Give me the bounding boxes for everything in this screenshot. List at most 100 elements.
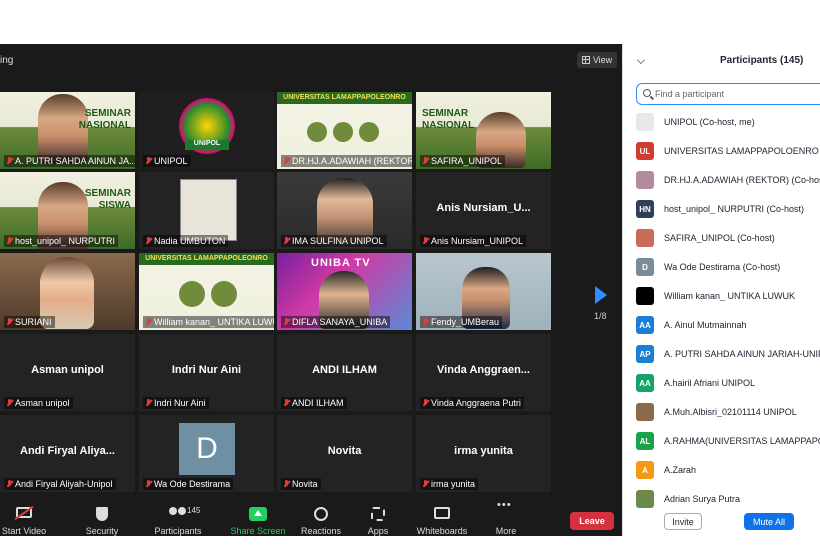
meeting-title: ing	[0, 55, 14, 66]
participant-search[interactable]	[636, 83, 820, 105]
participant-row[interactable]: UNIPOL (Co-host, me)	[636, 111, 820, 133]
mic-muted-icon	[283, 237, 290, 245]
leave-button[interactable]: Leave	[570, 512, 614, 530]
tile-display-name: Novita	[327, 445, 362, 457]
tile-name-label: Indri Nur Aini	[143, 397, 209, 409]
whiteboards-button[interactable]: Whiteboards	[414, 502, 470, 536]
mic-muted-icon	[422, 237, 429, 245]
tile-name-label: host_unipol_ NURPUTRI	[4, 235, 119, 247]
participant-name: William kanan_ UNTIKA LUWUK	[664, 291, 796, 301]
video-tile[interactable]: SEMINAR NASIONAL A. PUTRI SAHDA AINUN JA.…	[0, 92, 135, 169]
share-screen-button[interactable]: Share Screen	[230, 502, 286, 536]
tile-display-name: ANDI ILHAM	[312, 364, 377, 376]
participant-row[interactable]: AA A. Ainul Mutmainnah	[636, 314, 820, 336]
avatar: A	[636, 461, 654, 479]
participant-name: A.RAHMA(UNIVERSITAS LAMAPPAPOLEONRO)	[664, 436, 820, 446]
avatar: HN	[636, 200, 654, 218]
video-tile[interactable]: irma yunita irma yunita	[416, 415, 551, 492]
tile-name-label: Asman unipol	[4, 397, 73, 409]
chevron-right-icon	[595, 286, 607, 304]
video-tile[interactable]: Novita Novita	[277, 415, 412, 492]
video-tile[interactable]: SEMINAR SISWA host_unipol_ NURPUTRI	[0, 172, 135, 249]
tile-name-label: Nadia UMBUTON	[143, 235, 229, 247]
participant-row[interactable]: AL A.RAHMA(UNIVERSITAS LAMAPPAPOLEONRO)	[636, 430, 820, 452]
participants-button[interactable]: 145 Participants	[150, 502, 206, 536]
tile-name-label: Andi Firyal Aliyah-Unipol	[4, 478, 116, 490]
video-tile[interactable]: Andi Firyal Aliya... Andi Firyal Aliyah-…	[0, 415, 135, 492]
mic-muted-icon	[145, 480, 152, 488]
participant-row[interactable]: William kanan_ UNTIKA LUWUK	[636, 285, 820, 307]
video-tile[interactable]: UNIBA TV DIFLA SANAYA_UNIBA	[277, 253, 412, 330]
mic-muted-icon	[6, 237, 13, 245]
start-video-button[interactable]: Start Video	[0, 502, 48, 536]
share-screen-icon	[249, 507, 267, 521]
video-tile[interactable]: IMA SULFINA UNIPOL	[277, 172, 412, 249]
view-button[interactable]: View	[577, 52, 617, 68]
search-input[interactable]	[655, 86, 820, 102]
participant-row[interactable]: D Wa Ode Destirama (Co-host)	[636, 256, 820, 278]
tile-name-label: SAFIRA_UNIPOL	[420, 155, 506, 167]
participant-name: A.Zarah	[664, 465, 697, 475]
mic-muted-icon	[422, 480, 429, 488]
video-tile[interactable]: UNIVERSITAS LAMAPPAPOLEONRO DR.HJ.A.ADAW…	[277, 92, 412, 169]
avatar	[636, 113, 654, 131]
participant-row[interactable]: AP A. PUTRI SAHDA AINUN JARIAH-UNIPOL	[636, 343, 820, 365]
video-tile[interactable]: Nadia UMBUTON	[139, 172, 274, 249]
video-tile[interactable]: SURIANI	[0, 253, 135, 330]
video-tile[interactable]: UNIPOL UNIPOL	[139, 92, 274, 169]
avatar	[636, 229, 654, 247]
participant-name: Wa Ode Destirama (Co-host)	[664, 262, 781, 272]
poster-title: SEMINAR NASIONAL	[422, 108, 475, 131]
participant-row[interactable]: A.Muh.Albisri_02101114 UNIPOL	[636, 401, 820, 423]
tile-display-name: irma yunita	[454, 445, 513, 457]
participant-name: Adrian Surya Putra	[664, 494, 741, 504]
tile-name-label: William kanan_ UNTIKA LUWUK	[143, 316, 274, 328]
panel-title: Participants (145)	[720, 55, 804, 66]
tile-name-label: DIFLA SANAYA_UNIBA	[281, 316, 391, 328]
avatar: D	[636, 258, 654, 276]
video-tile[interactable]: Vinda Anggraen... Vinda Anggraena Putri	[416, 334, 551, 411]
mic-muted-icon	[283, 399, 290, 407]
reactions-button[interactable]: Reactions	[298, 502, 344, 536]
video-tile[interactable]: ANDI ILHAM ANDI ILHAM	[277, 334, 412, 411]
participant-row[interactable]: A A.Zarah	[636, 459, 820, 481]
tile-display-name: Anis Nursiam_U...	[436, 202, 531, 214]
mic-muted-icon	[283, 480, 290, 488]
page-indicator: 1/8	[594, 311, 607, 321]
mic-muted-icon	[6, 157, 13, 165]
video-tile[interactable]: Anis Nursiam_U... Anis Nursiam_UNIPOL	[416, 172, 551, 249]
video-tile[interactable]: Asman unipol Asman unipol	[0, 334, 135, 411]
video-tile[interactable]: Fendy_UMBerau	[416, 253, 551, 330]
video-tile-active-speaker[interactable]: UNIVERSITAS LAMAPPAPOLEONRO William kana…	[139, 253, 274, 330]
tile-name-label: Fendy_UMBerau	[420, 316, 503, 328]
participant-row[interactable]: AA A.hairil Afriani UNIPOL	[636, 372, 820, 394]
avatar	[636, 403, 654, 421]
tile-display-name: Vinda Anggraen...	[437, 364, 530, 376]
participant-row[interactable]: SAFIRA_UNIPOL (Co-host)	[636, 227, 820, 249]
video-tile[interactable]: SEMINAR NASIONAL SAFIRA_UNIPOL	[416, 92, 551, 169]
tile-name-label: IMA SULFINA UNIPOL	[281, 235, 387, 247]
invite-button[interactable]: Invite	[664, 513, 702, 530]
security-button[interactable]: Security	[78, 502, 126, 536]
video-tile[interactable]: Indri Nur Aini Indri Nur Aini	[139, 334, 274, 411]
apps-button[interactable]: Apps	[358, 502, 398, 536]
more-dots-icon	[497, 499, 514, 511]
more-button[interactable]: More	[486, 499, 526, 536]
tile-name-label: SURIANI	[4, 316, 55, 328]
poster-title: SEMINAR SISWA	[84, 188, 131, 211]
avatar: UL	[636, 142, 654, 160]
tile-name-label: Wa Ode Destirama	[143, 478, 234, 490]
participant-row[interactable]: UL UNIVERSITAS LAMAPPAPOLOENRO (Host)	[636, 140, 820, 162]
mic-muted-icon	[145, 157, 152, 165]
mic-muted-icon	[422, 157, 429, 165]
participant-name: A.Muh.Albisri_02101114 UNIPOL	[664, 407, 797, 417]
avatar: AL	[636, 432, 654, 450]
participant-row[interactable]: DR.HJ.A.ADAWIAH (REKTOR) (Co-host)	[636, 169, 820, 191]
participant-row[interactable]: HN host_unipol_ NURPUTRI (Co-host)	[636, 198, 820, 220]
whiteboard-icon	[434, 507, 450, 519]
video-tile[interactable]: D Wa Ode Destirama	[139, 415, 274, 492]
mute-all-button[interactable]: Mute All	[744, 513, 794, 530]
participant-row[interactable]: Adrian Surya Putra	[636, 488, 820, 510]
tile-display-name: Asman unipol	[31, 364, 104, 376]
tile-name-label: ANDI ILHAM	[281, 397, 347, 409]
